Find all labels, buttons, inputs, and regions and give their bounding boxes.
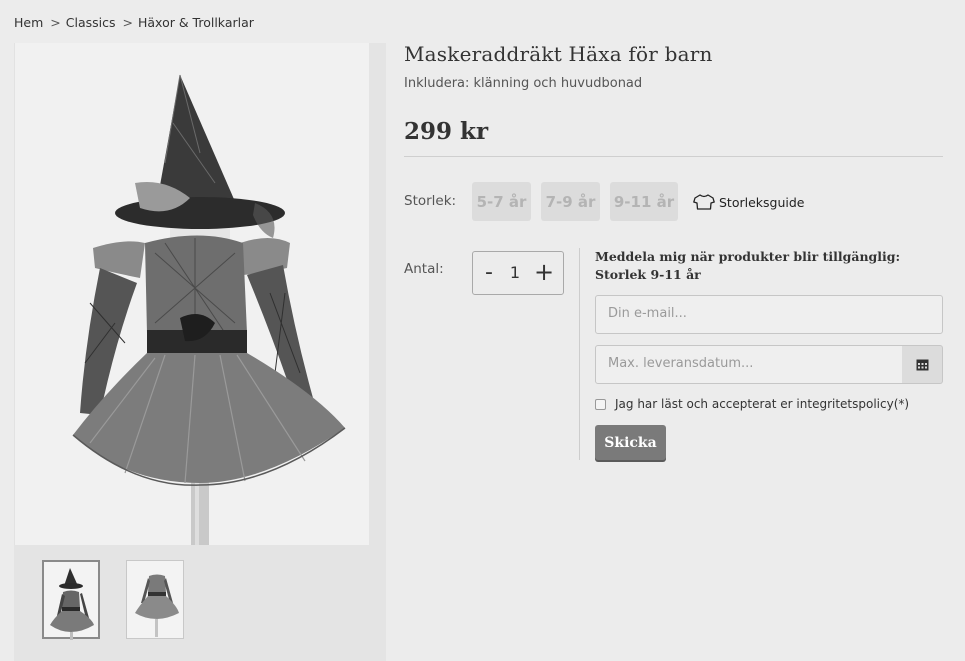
quantity-decrease-button[interactable]: - xyxy=(479,252,499,293)
quantity-value[interactable]: 1 xyxy=(503,252,527,293)
calendar-button[interactable] xyxy=(902,345,943,384)
tshirt-icon xyxy=(693,194,715,210)
product-subtitle: Inkludera: klänning och huvudbonad xyxy=(404,76,643,91)
breadcrumb-home[interactable]: Hem xyxy=(14,15,43,30)
product-title: Maskeraddräkt Häxa för barn xyxy=(404,42,713,66)
witch-costume-image xyxy=(72,74,346,545)
notify-title: Meddela mig när produkter blir tillgängl… xyxy=(595,249,901,282)
size-option-9-11[interactable]: 9-11 år xyxy=(610,182,678,221)
quantity-increase-button[interactable]: + xyxy=(531,252,557,293)
breadcrumb-separator: > xyxy=(50,15,61,30)
thumbnail-dress-image xyxy=(135,574,179,637)
breadcrumb-category[interactable]: Häxor & Trollkarlar xyxy=(138,15,254,30)
breadcrumb-classics[interactable]: Classics xyxy=(66,15,116,30)
size-label: Storlek: xyxy=(404,193,457,209)
size-option-5-7[interactable]: 5-7 år xyxy=(472,182,531,221)
size-guide-label: Storleksguide xyxy=(719,194,805,210)
product-main-image[interactable] xyxy=(14,43,369,545)
vertical-divider xyxy=(579,248,580,460)
breadcrumb-separator: > xyxy=(122,15,133,30)
thumbnail-2[interactable] xyxy=(126,560,184,639)
calendar-icon xyxy=(916,359,928,371)
consent-label[interactable]: Jag har läst och accepterat er integrite… xyxy=(615,397,909,411)
quantity-stepper: - 1 + xyxy=(472,251,564,295)
submit-button[interactable]: Skicka xyxy=(595,425,666,460)
quantity-label: Antal: xyxy=(404,261,444,277)
email-field[interactable]: Din e-mail... xyxy=(595,295,943,334)
product-price: 299 kr xyxy=(404,118,489,145)
thumbnail-1[interactable] xyxy=(42,560,100,640)
consent-checkbox[interactable] xyxy=(595,399,606,410)
product-gallery xyxy=(14,43,386,661)
delivery-date-field[interactable]: Max. leveransdatum... xyxy=(595,345,903,384)
thumbnail-witch-image xyxy=(50,568,94,640)
size-guide-link[interactable]: Storleksguide xyxy=(693,194,805,210)
breadcrumb: Hem > Classics > Häxor & Trollkarlar xyxy=(14,15,254,30)
size-option-7-9[interactable]: 7-9 år xyxy=(541,182,600,221)
divider xyxy=(404,156,943,157)
